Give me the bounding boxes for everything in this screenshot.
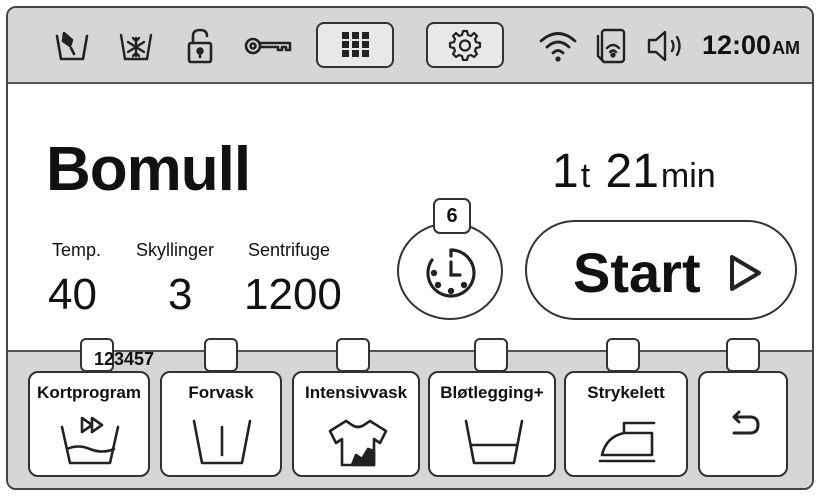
temp-value[interactable]: 40 <box>48 270 97 320</box>
gear-icon <box>448 29 482 61</box>
delay-timer-button[interactable] <box>397 222 503 320</box>
option-forvask-checkbox[interactable] <box>204 338 238 372</box>
iron-icon <box>598 421 656 463</box>
option-label: Bløtlegging+ <box>440 383 544 402</box>
unlocked-padlock-icon <box>180 26 220 66</box>
quick-wash-icon <box>60 416 120 465</box>
remote-phone-icon <box>592 26 632 66</box>
stain-shirt-icon <box>328 419 388 467</box>
snowflake-tub-icon <box>116 26 156 66</box>
spin-label: Sentrifuge <box>248 240 331 260</box>
option-kortprogram[interactable]: Kortprogram <box>28 371 150 477</box>
status-bar: 12:00AM <box>8 8 812 84</box>
soak-icon <box>464 419 524 465</box>
option-intensivvask-checkbox[interactable] <box>336 338 370 372</box>
settings-button[interactable] <box>426 22 504 68</box>
option-code: 123457 <box>94 349 155 369</box>
option-intensivvask[interactable]: Intensivvask <box>292 371 420 477</box>
start-label: Start <box>573 241 701 304</box>
back-arrow-icon <box>732 410 760 435</box>
detergent-icon <box>52 26 92 66</box>
speaker-icon <box>646 26 690 66</box>
option-blotlegging-checkbox[interactable] <box>474 338 508 372</box>
clock-time: 12:00 <box>702 30 772 60</box>
key-icon <box>242 26 294 66</box>
duration-minutes-unit: min <box>660 157 716 195</box>
spin-value[interactable]: 1200 <box>244 270 342 320</box>
option-strykelett-checkbox[interactable] <box>606 338 640 372</box>
wifi-icon <box>538 26 578 66</box>
program-duration: 1t 21min <box>552 144 718 199</box>
play-icon <box>730 255 761 291</box>
back-button[interactable] <box>698 371 788 477</box>
timer-badge: 6 <box>433 198 471 234</box>
start-button[interactable]: Start <box>525 220 797 320</box>
rinses-label: Skyllinger <box>136 240 215 260</box>
menu-grid-button[interactable] <box>316 22 394 68</box>
option-forvask[interactable]: Forvask <box>160 371 282 477</box>
option-label: Strykelett <box>587 383 665 402</box>
program-name[interactable]: Bomull <box>46 134 251 205</box>
option-strykelett[interactable]: Strykelett <box>564 371 688 477</box>
option-label: Forvask <box>188 383 254 402</box>
prewash-icon <box>192 419 252 465</box>
control-panel-frame: 12:00AM Bomull 1t 21min Temp. 40 Skyllin… <box>6 6 814 490</box>
option-blotlegging[interactable]: Bløtlegging+ <box>428 371 556 477</box>
back-checkbox[interactable] <box>726 338 760 372</box>
clock-ampm: AM <box>772 38 801 58</box>
duration-minutes: 21 <box>605 145 659 198</box>
temp-label: Temp. <box>52 240 102 260</box>
duration-hours-unit: t <box>580 157 591 195</box>
duration-hours: 1 <box>552 145 579 198</box>
clock: 12:00AM <box>702 30 800 61</box>
grid-icon <box>342 32 369 57</box>
option-label: Intensivvask <box>304 383 408 402</box>
rinses-value[interactable]: 3 <box>168 270 192 320</box>
timer-icon <box>426 248 476 298</box>
option-label: Kortprogram <box>37 383 141 402</box>
